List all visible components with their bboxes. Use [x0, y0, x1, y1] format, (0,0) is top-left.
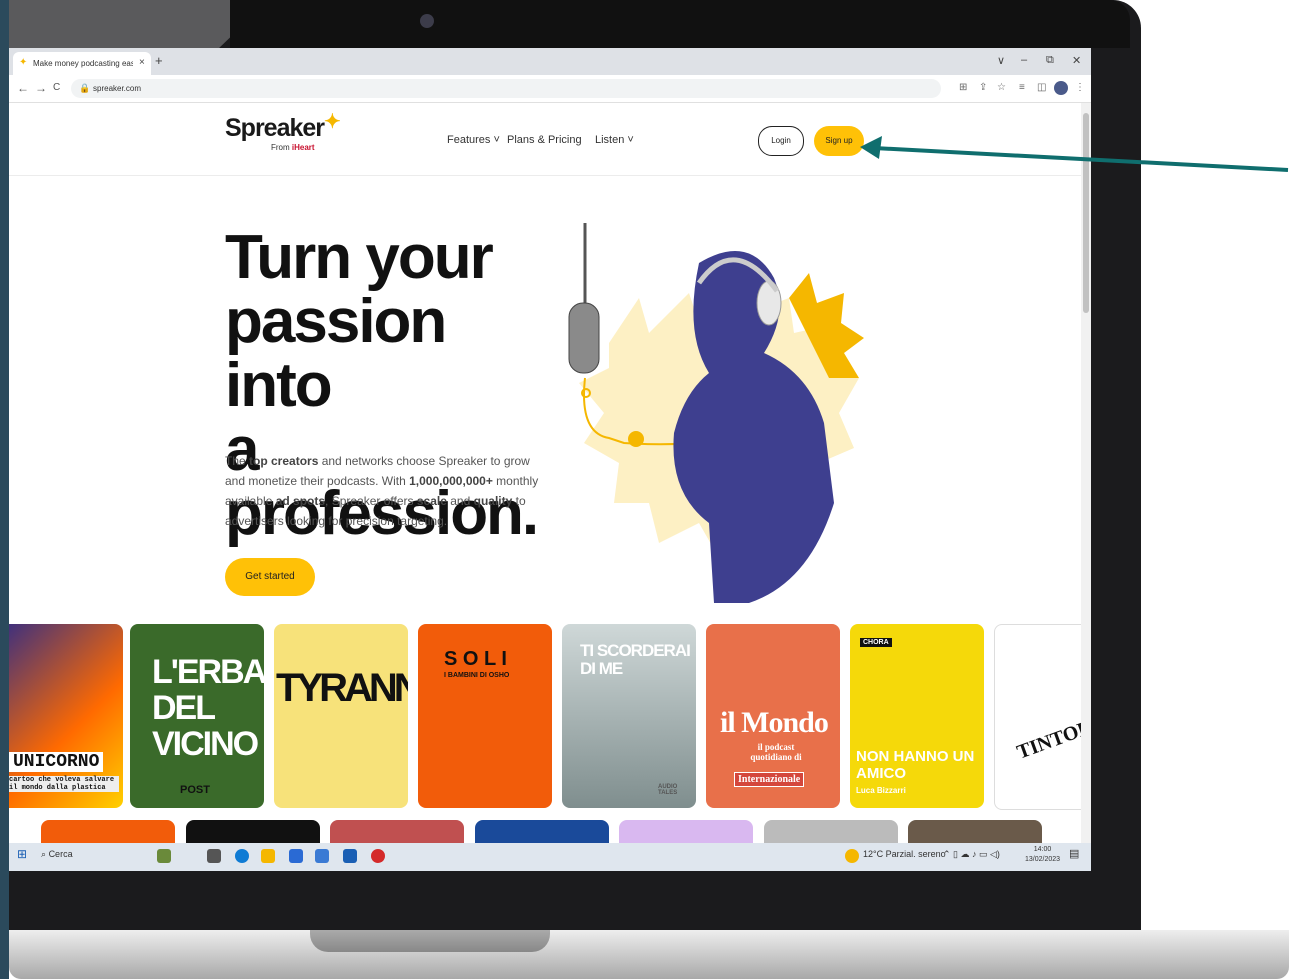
podcast-tile[interactable] [764, 820, 898, 843]
reload-button[interactable]: C [53, 82, 60, 93]
laptop-top-bezel [230, 0, 1130, 48]
weather-widget-icon[interactable] [157, 849, 171, 863]
close-window-button[interactable]: ✕ [1072, 54, 1081, 67]
podcast-tile[interactable] [619, 820, 753, 843]
new-tab-button[interactable]: + [155, 53, 163, 68]
tab-title: Make money podcasting easily • [33, 59, 133, 68]
podcast-tile[interactable]: il Mondo il podcast quotidiano di Intern… [706, 624, 840, 808]
webcam [420, 14, 434, 28]
forward-button[interactable]: → [35, 81, 47, 95]
back-button[interactable]: ← [17, 81, 29, 95]
podcast-tile[interactable] [330, 820, 464, 843]
podcast-tile[interactable]: L'ERBA DEL VICINO POST [130, 624, 264, 808]
tab-close-icon[interactable]: × [139, 57, 145, 68]
laptop-base-notch [310, 930, 550, 952]
podcast-tile[interactable] [475, 820, 609, 843]
minimize-button[interactable]: – [1021, 54, 1027, 66]
get-started-button[interactable]: Get started [225, 558, 315, 596]
browser-tab[interactable]: ✦ Make money podcasting easily • × [13, 52, 151, 75]
hero-illustration [568, 223, 864, 603]
nav-plans-pricing[interactable]: Plans & Pricing [507, 134, 582, 146]
logo-star-icon: ✦ [324, 111, 341, 133]
app-icon[interactable] [371, 849, 385, 863]
podcast-tile[interactable]: UNICORNO cartoo che voleva salvare il mo… [9, 624, 123, 808]
mail-icon[interactable] [343, 849, 357, 863]
taskbar-search[interactable]: ⌕ Cerca [41, 849, 73, 860]
left-frame-strip [0, 0, 9, 979]
annotation-arrow [860, 136, 1289, 172]
edge-icon[interactable] [235, 849, 249, 863]
nav-listen[interactable]: Listen ˅ [595, 134, 634, 146]
podcast-carousel: UNICORNO cartoo che voleva salvare il mo… [9, 624, 1081, 812]
hero-description: The top creators and networks choose Spr… [225, 454, 539, 528]
podcast-tile[interactable] [41, 820, 175, 843]
podcast-tile[interactable]: TYRANNY [274, 624, 408, 808]
podcast-carousel-row-2 [9, 820, 1081, 843]
windows-taskbar: ⊞ ⌕ Cerca 12°C Parzial. sereno ⌃ ▯ ☁ ♪ ▭… [9, 843, 1091, 871]
chrome-icon[interactable] [261, 849, 275, 863]
podcast-tile[interactable]: S O L I I BAMBINI DI OSHO [418, 624, 552, 808]
logo-subtitle: From iHeart [271, 143, 315, 152]
clock[interactable]: 14:00 13/02/2023 [1025, 845, 1060, 865]
sidebar-icon[interactable]: ◫ [1037, 82, 1046, 93]
address-bar[interactable]: 🔒 spreaker.com [71, 79, 941, 98]
notification-icon[interactable]: ▤ [1069, 847, 1079, 860]
iheart-logo: iHeart [291, 143, 315, 152]
system-tray-icons[interactable]: ⌃ ▯ ☁ ♪ ▭ ◁) [943, 849, 1000, 860]
signup-button[interactable]: Sign up [814, 126, 864, 156]
weather-icon [845, 849, 859, 863]
browser-tab-bar: ✦ Make money podcasting easily • × + ∨ –… [9, 48, 1091, 75]
spreaker-logo[interactable]: Spreaker✦ [225, 111, 341, 143]
podcast-tile[interactable]: CHORA NON HANNO UN AMICO Luca Bizzarri [850, 624, 984, 808]
translate-icon[interactable]: ⊞ [959, 82, 967, 93]
maximize-button[interactable]: ⧉ [1046, 54, 1054, 67]
podcast-tile[interactable] [908, 820, 1042, 843]
tab-search-icon[interactable]: ∨ [997, 54, 1005, 67]
url-text: spreaker.com [93, 84, 142, 93]
podcast-tile[interactable] [186, 820, 320, 843]
browser-toolbar: ← → C 🔒 spreaker.com ⊞ ⇪ ☆ ≡ ◫ ⋮ [9, 75, 1091, 103]
profile-avatar[interactable] [1054, 81, 1068, 95]
laptop-base [9, 930, 1289, 979]
task-view-icon[interactable] [207, 849, 221, 863]
podcast-tile[interactable]: TINTORIA [994, 624, 1081, 810]
login-button[interactable]: Login [758, 126, 804, 156]
reading-list-icon[interactable]: ≡ [1019, 82, 1025, 93]
share-icon[interactable]: ⇪ [979, 82, 987, 93]
star-icon[interactable]: ☆ [997, 82, 1006, 93]
store-icon[interactable] [315, 849, 329, 863]
star-favicon-icon: ✦ [19, 57, 28, 68]
web-page: Spreaker✦ From iHeart Features ˅ Plans &… [9, 103, 1081, 843]
browser-menu-icon[interactable]: ⋮ [1075, 82, 1085, 93]
weather-text[interactable]: 12°C Parzial. sereno [863, 849, 946, 859]
podcast-tile[interactable]: TI SCORDERAI DI ME AUDIO TALES [562, 624, 696, 808]
file-explorer-icon[interactable] [289, 849, 303, 863]
microphone-icon [568, 302, 600, 374]
lock-icon: 🔒 [79, 83, 91, 93]
nav-features[interactable]: Features ˅ [447, 134, 500, 146]
windows-start-icon[interactable]: ⊞ [17, 847, 27, 861]
search-icon: ⌕ [41, 849, 47, 859]
